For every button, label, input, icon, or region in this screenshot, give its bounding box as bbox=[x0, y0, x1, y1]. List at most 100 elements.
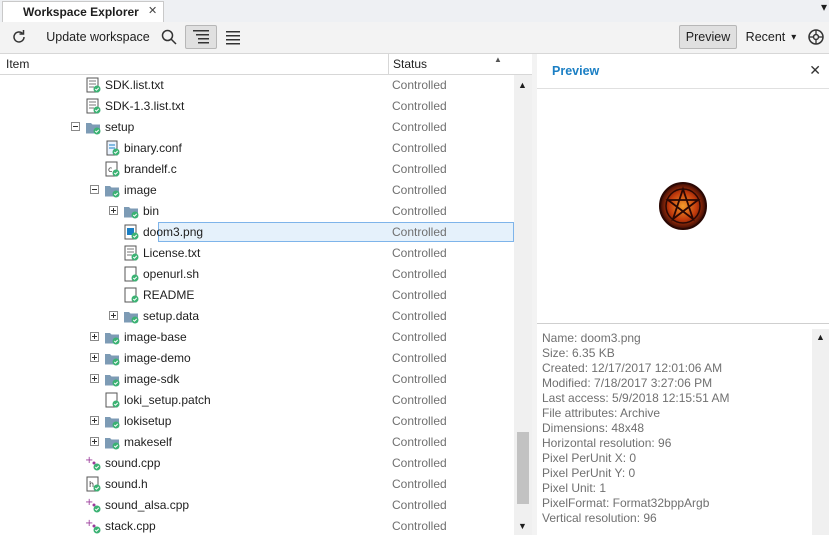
expand-icon[interactable] bbox=[90, 332, 99, 341]
svg-text:+: + bbox=[85, 518, 93, 529]
tree-item-name: sound.cpp bbox=[105, 456, 161, 470]
tree-item-name: image-sdk bbox=[124, 372, 180, 386]
file-info-line: File attributes: Archive bbox=[542, 406, 661, 420]
scroll-up-icon[interactable]: ▲ bbox=[518, 80, 527, 90]
svg-text:+: + bbox=[85, 497, 93, 508]
close-preview-icon[interactable]: ✕ bbox=[809, 62, 821, 79]
file-info-line: Created: 12/17/2017 12:01:06 AM bbox=[542, 361, 723, 375]
cpp-file-icon: + bbox=[85, 497, 101, 513]
tree-item-status: Controlled bbox=[392, 330, 447, 344]
settings-button[interactable] bbox=[806, 25, 826, 49]
tree-row[interactable]: binary.conf Controlled bbox=[0, 138, 514, 159]
expand-icon[interactable] bbox=[90, 416, 99, 425]
tree-item-name: README bbox=[143, 288, 195, 302]
tree-item-status: Controlled bbox=[392, 477, 447, 491]
column-status-header[interactable]: Status bbox=[393, 57, 427, 71]
tree-item-status: Controlled bbox=[392, 267, 447, 281]
preview-splitter[interactable] bbox=[537, 323, 829, 324]
tree-item-status: Controlled bbox=[392, 246, 447, 260]
tree-row[interactable]: License.txt Controlled bbox=[0, 243, 514, 264]
tab-title: Workspace Explorer bbox=[23, 5, 139, 19]
tree-row[interactable]: openurl.sh Controlled bbox=[0, 264, 514, 285]
folder-icon bbox=[105, 333, 120, 345]
tree-scrollbar[interactable]: ▲ ▼ bbox=[514, 75, 532, 535]
refresh-button[interactable] bbox=[8, 25, 30, 49]
folder-icon bbox=[105, 354, 120, 366]
info-scrollbar[interactable]: ▲ bbox=[812, 329, 829, 535]
column-item-header[interactable]: Item bbox=[6, 57, 29, 71]
search-icon bbox=[161, 29, 177, 45]
tree-row[interactable]: image-base Controlled bbox=[0, 327, 514, 348]
tree-item-name: image-base bbox=[124, 330, 187, 344]
sort-ascending-icon: ▲ bbox=[494, 55, 502, 64]
tree-row[interactable]: SDK.list.txt Controlled bbox=[0, 75, 514, 96]
file-info-line: Horizontal resolution: 96 bbox=[542, 436, 672, 450]
panel-menu-icon[interactable]: ▾ bbox=[821, 0, 827, 14]
refresh-icon bbox=[13, 30, 25, 43]
tree-item-status: Controlled bbox=[392, 456, 447, 470]
generic-file-icon bbox=[124, 287, 139, 303]
scrollbar-thumb[interactable] bbox=[517, 432, 529, 504]
expand-icon[interactable] bbox=[109, 311, 118, 320]
tree-row[interactable]: SDK-1.3.list.txt Controlled bbox=[0, 96, 514, 117]
folder-icon bbox=[124, 207, 139, 219]
column-header: Item Status ▲ bbox=[0, 54, 532, 75]
tree-row[interactable]: + sound_alsa.cpp Controlled bbox=[0, 495, 514, 516]
recent-dropdown[interactable]: Recent ▾ bbox=[742, 25, 800, 49]
tree-row[interactable]: bin Controlled bbox=[0, 201, 514, 222]
tree-item-status: Controlled bbox=[392, 414, 447, 428]
expand-icon[interactable] bbox=[90, 353, 99, 362]
tree-item-status: Controlled bbox=[392, 372, 447, 386]
list-view-icon bbox=[226, 31, 240, 45]
tree-row[interactable]: + stack.cpp Controlled bbox=[0, 516, 514, 535]
tree-item-status: Controlled bbox=[392, 519, 447, 533]
tree-row[interactable]: README Controlled bbox=[0, 285, 514, 306]
tree-row[interactable]: + sound.cpp Controlled bbox=[0, 453, 514, 474]
tree-row[interactable]: image-sdk Controlled bbox=[0, 369, 514, 390]
tab-bar: Workspace Explorer ✕ ▾ bbox=[0, 0, 829, 23]
tree-row[interactable]: h sound.h Controlled bbox=[0, 474, 514, 495]
file-info-line: Vertical resolution: 96 bbox=[542, 511, 657, 525]
tree-row[interactable]: setup.data Controlled bbox=[0, 306, 514, 327]
tree-item-name: SDK.list.txt bbox=[105, 78, 164, 92]
header-file-icon: h bbox=[86, 476, 101, 492]
tree-row[interactable]: image Controlled bbox=[0, 180, 514, 201]
expand-icon[interactable] bbox=[109, 206, 118, 215]
expand-icon[interactable] bbox=[90, 437, 99, 446]
close-tab-icon[interactable]: ✕ bbox=[148, 4, 157, 17]
expand-icon[interactable] bbox=[90, 374, 99, 383]
preview-image bbox=[659, 182, 707, 230]
collapse-icon[interactable] bbox=[71, 122, 80, 131]
tree-row[interactable]: image-demo Controlled bbox=[0, 348, 514, 369]
tree-view-button[interactable] bbox=[185, 25, 217, 49]
tree-row[interactable]: loki_setup.patch Controlled bbox=[0, 390, 514, 411]
tab-workspace-explorer[interactable]: Workspace Explorer ✕ bbox=[2, 1, 164, 22]
tree-view-icon bbox=[193, 30, 209, 44]
tree-row[interactable]: doom3.png Controlled bbox=[0, 222, 514, 243]
tree-item-name: image-demo bbox=[124, 351, 191, 365]
scroll-up-icon[interactable]: ▲ bbox=[816, 332, 825, 342]
toolbar: Update workspace Preview Recent ▾ bbox=[0, 22, 829, 54]
tree-row[interactable]: makeself Controlled bbox=[0, 432, 514, 453]
tree-item-name: doom3.png bbox=[143, 225, 204, 239]
file-info-line: Last access: 5/9/2018 12:15:51 AM bbox=[542, 391, 730, 405]
column-divider[interactable] bbox=[388, 54, 389, 74]
image-file-icon bbox=[124, 224, 139, 240]
cpp-file-icon: + bbox=[85, 518, 101, 534]
preview-title: Preview bbox=[552, 64, 600, 78]
scroll-down-icon[interactable]: ▼ bbox=[518, 521, 527, 531]
tree-row[interactable]: c brandelf.c Controlled bbox=[0, 159, 514, 180]
preview-toggle-button[interactable]: Preview bbox=[679, 25, 737, 49]
text-file-icon bbox=[86, 98, 101, 114]
collapse-icon[interactable] bbox=[90, 185, 99, 194]
tree-row[interactable]: lokisetup Controlled bbox=[0, 411, 514, 432]
tree-item-name: brandelf.c bbox=[124, 162, 177, 176]
search-button[interactable] bbox=[158, 25, 180, 49]
list-view-button[interactable] bbox=[222, 25, 244, 49]
update-workspace-button[interactable]: Update workspace bbox=[46, 25, 150, 49]
tree-item-name: sound_alsa.cpp bbox=[105, 498, 190, 512]
tree-row[interactable]: setup Controlled bbox=[0, 117, 514, 138]
folder-icon bbox=[105, 438, 120, 450]
file-info-line: Size: 6.35 KB bbox=[542, 346, 615, 360]
folder-icon bbox=[124, 312, 139, 324]
